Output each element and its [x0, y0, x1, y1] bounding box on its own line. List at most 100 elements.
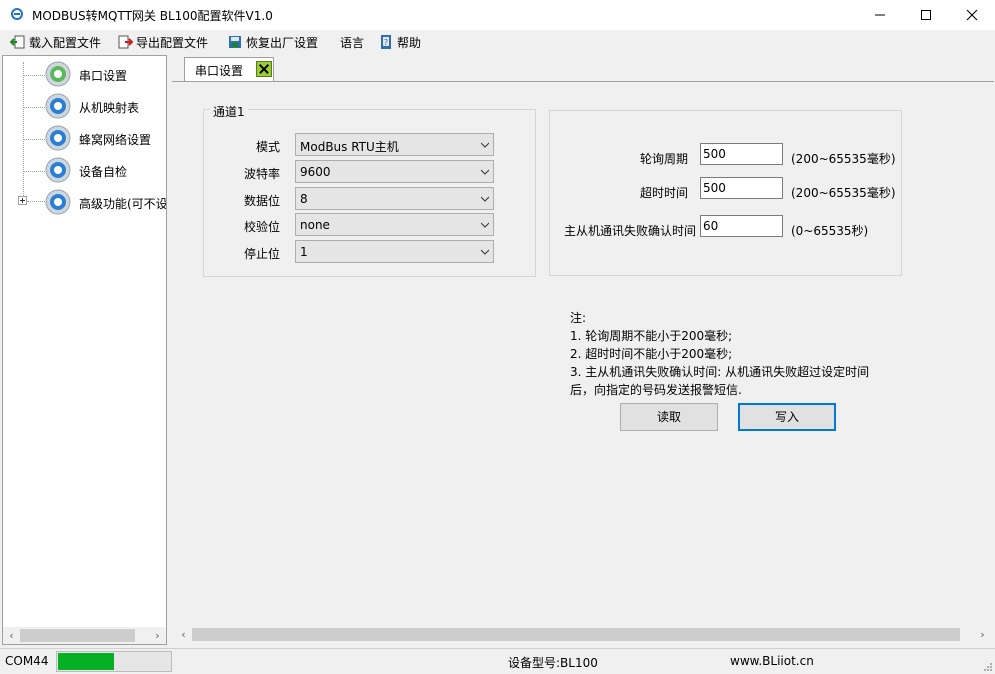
scroll-thumb[interactable]: [192, 628, 960, 641]
data-bits-value: 8: [300, 192, 308, 206]
scroll-right-icon[interactable]: ›: [974, 626, 991, 643]
com-port-text: COM44: [5, 654, 49, 668]
stop-bits-label: 停止位: [243, 247, 280, 261]
website-text: www.BLiiot.cn: [730, 654, 814, 668]
menu-restore-factory-label: 恢复出厂设置: [246, 35, 319, 50]
scroll-left-icon[interactable]: ‹: [3, 627, 20, 644]
minimize-icon: [875, 14, 885, 16]
gear-blue-icon: [45, 157, 71, 183]
close-icon: [966, 9, 978, 21]
gear-blue-icon: [45, 93, 71, 119]
chevron-down-icon: [481, 169, 489, 175]
chevron-down-icon: [481, 196, 489, 202]
maximize-icon: [921, 10, 931, 20]
maximize-button[interactable]: [903, 0, 949, 30]
poll-period-label: 轮询周期: [639, 152, 688, 166]
poll-period-input[interactable]: 500: [700, 143, 783, 165]
tree-item-advanced[interactable]: 高级功能(可不设: [3, 188, 166, 216]
tree-item-label: 设备自检: [79, 165, 128, 179]
tree-item-cellular[interactable]: 蜂窝网络设置: [3, 124, 166, 152]
data-bits-label: 数据位: [243, 194, 280, 208]
channel-group-title: 通道1: [210, 103, 248, 120]
timeout-value: 500: [703, 181, 726, 195]
fail-confirm-range: (0~65535秒): [791, 224, 869, 238]
baud-value: 9600: [300, 165, 331, 179]
note-line: 注:: [570, 311, 587, 325]
gear-blue-icon: [45, 125, 71, 151]
window-title: MODBUS转MQTT网关 BL100配置软件V1.0: [32, 9, 273, 23]
svg-text:?: ?: [384, 38, 388, 47]
mode-value: ModBus RTU主机: [300, 140, 399, 154]
tree-item-serial-settings[interactable]: 串口设置: [3, 60, 166, 88]
baud-label: 波特率: [243, 167, 280, 181]
tree-hscrollbar[interactable]: ‹ ›: [3, 627, 166, 644]
timeout-input[interactable]: 500: [700, 177, 783, 199]
menu-load-config[interactable]: 载入配置文件: [10, 33, 101, 51]
menu-language[interactable]: 语言: [340, 33, 364, 51]
tab-divider: [172, 81, 994, 82]
scroll-right-icon[interactable]: ›: [149, 627, 166, 644]
status-bar: COM44 设备型号:BL100 www.BLiiot.cn: [0, 648, 995, 674]
parity-label: 校验位: [243, 220, 280, 234]
fail-confirm-label: 主从机通讯失败确认时间: [563, 224, 696, 238]
nav-tree: 串口设置 从机映射表 蜂窝网络设置 设备自检 高级功能(可不设 ‹ ›: [2, 55, 167, 645]
gear-blue-icon: [45, 189, 71, 215]
resize-grip-icon[interactable]: [983, 662, 993, 672]
tree-item-self-check[interactable]: 设备自检: [3, 156, 166, 184]
help-book-icon: ?: [381, 35, 391, 49]
note-line: 3. 主从机通讯失败确认时间: 从机通讯失败超过设定时间: [570, 365, 870, 379]
main-panel: 串口设置 通道1 模式 ModBus RTU主机 波特率 9600 数据位 8 …: [172, 55, 994, 645]
app-window: MODBUS转MQTT网关 BL100配置软件V1.0 载入配置文件 导出配置文…: [0, 0, 995, 674]
menu-bar: 载入配置文件 导出配置文件 恢复出厂设置 语言 ? 帮助: [0, 30, 995, 54]
read-button[interactable]: 读取: [620, 403, 718, 431]
stop-bits-value: 1: [300, 245, 308, 259]
menu-export-config-label: 导出配置文件: [136, 35, 209, 50]
gear-green-icon: [45, 61, 71, 87]
tree-item-label: 高级功能(可不设: [79, 197, 166, 211]
fail-confirm-value: 60: [703, 219, 719, 233]
note-line: 后，向指定的号码发送报警短信.: [570, 383, 742, 397]
app-logo-icon: [11, 8, 23, 20]
tab-close-icon[interactable]: [256, 61, 272, 77]
menu-export-config[interactable]: 导出配置文件: [117, 33, 208, 51]
menu-load-config-label: 载入配置文件: [29, 35, 102, 50]
tree-item-slave-map[interactable]: 从机映射表: [3, 92, 166, 120]
tree-item-label: 串口设置: [79, 69, 128, 83]
progress-bar: [56, 651, 172, 672]
minimize-button[interactable]: [857, 0, 903, 30]
scroll-thumb[interactable]: [20, 629, 135, 642]
restore-icon: [229, 36, 241, 48]
stop-bits-select[interactable]: 1: [295, 240, 494, 263]
menu-language-label: 语言: [340, 35, 365, 50]
timeout-range: (200~65535毫秒): [791, 186, 896, 200]
close-button[interactable]: [949, 0, 995, 30]
main-hscrollbar[interactable]: ‹ ›: [172, 626, 994, 643]
parity-value: none: [300, 218, 330, 232]
mode-label: 模式: [255, 140, 280, 154]
menu-help-label: 帮助: [397, 35, 422, 50]
tree-item-label: 从机映射表: [79, 101, 140, 115]
export-file-icon: [118, 35, 133, 49]
data-bits-select[interactable]: 8: [295, 187, 494, 210]
tree-item-label: 蜂窝网络设置: [79, 133, 152, 147]
progress-fill: [58, 653, 114, 670]
poll-period-range: (200~65535毫秒): [791, 152, 896, 166]
chevron-down-icon: [481, 222, 489, 228]
chevron-down-icon: [481, 142, 489, 148]
chevron-down-icon: [481, 249, 489, 255]
timeout-label: 超时时间: [639, 186, 688, 200]
baud-select[interactable]: 9600: [295, 160, 494, 183]
tab-label: 串口设置: [195, 64, 244, 78]
write-button[interactable]: 写入: [738, 403, 836, 431]
note-line: 1. 轮询周期不能小于200毫秒;: [570, 329, 733, 343]
mode-select[interactable]: ModBus RTU主机: [295, 133, 494, 156]
device-model-text: 设备型号:BL100: [508, 656, 598, 670]
menu-help[interactable]: ? 帮助: [378, 33, 421, 51]
title-bar: MODBUS转MQTT网关 BL100配置软件V1.0: [0, 0, 995, 30]
parity-select[interactable]: none: [295, 213, 494, 236]
menu-restore-factory[interactable]: 恢复出厂设置: [227, 33, 318, 51]
scroll-left-icon[interactable]: ‹: [175, 626, 192, 643]
tab-serial-settings[interactable]: 串口设置: [184, 57, 274, 81]
note-line: 2. 超时时间不能小于200毫秒;: [570, 347, 733, 361]
fail-confirm-input[interactable]: 60: [700, 215, 783, 237]
